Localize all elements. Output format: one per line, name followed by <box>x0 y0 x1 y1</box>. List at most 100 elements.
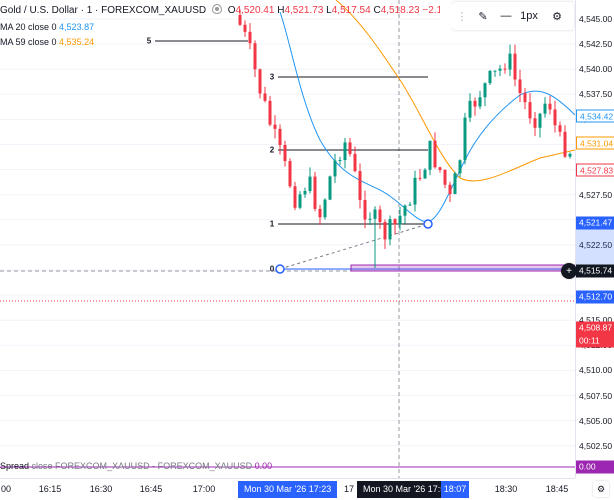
candle-body <box>323 199 327 218</box>
candle-body <box>403 205 407 216</box>
countdown-badge: 00:11 <box>576 334 614 348</box>
candle-body <box>458 160 462 174</box>
price-tick: 4,542.50 <box>579 39 613 50</box>
fib-anchor-price-badge: 4,521.47 <box>576 216 614 230</box>
candle-body <box>258 69 262 94</box>
ma20-price-badge: 4,531.04 <box>576 136 614 150</box>
line-width-icon[interactable]: — <box>500 4 512 28</box>
candle-body <box>408 204 412 206</box>
candle-body <box>338 160 342 162</box>
close-label: C <box>373 5 381 16</box>
fib-label-1: 1 <box>269 219 275 229</box>
open-label: O <box>227 5 236 16</box>
fib-drawing[interactable] <box>155 40 575 272</box>
candle-body <box>388 219 392 240</box>
time-tick: 18:30 <box>494 484 518 494</box>
candle-body <box>243 24 247 32</box>
candle-body <box>253 43 257 70</box>
price-tick: 4,502.50 <box>579 440 613 451</box>
candle-body <box>263 93 267 101</box>
candle-body <box>433 140 437 168</box>
candle-body <box>518 79 522 94</box>
candle-body <box>293 186 297 208</box>
candle-body <box>428 140 432 170</box>
candle-body <box>533 118 537 128</box>
fib-label-5: 5 <box>146 36 152 46</box>
candle-body <box>343 142 347 161</box>
candle-body <box>418 177 422 179</box>
close-value: 4,518.23 <box>380 5 420 16</box>
candle-body <box>318 208 322 218</box>
candle-body <box>553 109 557 126</box>
eye-icon[interactable] <box>211 4 222 14</box>
zone-rectangle[interactable] <box>350 264 575 272</box>
candle-body <box>393 219 397 225</box>
price-tick: 4,545.00 <box>579 14 613 24</box>
fib-anchor-start[interactable] <box>275 264 285 274</box>
ma20-label: MA 20 close 0 <box>0 22 57 32</box>
settings-icon[interactable]: ⚙ <box>546 4 568 28</box>
low-value: 4,517.54 <box>331 5 371 16</box>
candle-body <box>303 191 307 195</box>
time-axis[interactable]: 00 16:15 16:30 16:45 17:00 Mon 30 Mar '2… <box>0 478 575 500</box>
time-tick: 00 <box>0 484 12 494</box>
candle-body <box>373 209 377 219</box>
candle-body <box>313 176 317 209</box>
candle-body <box>328 176 332 200</box>
candle-body <box>488 70 492 84</box>
pencil-icon[interactable]: ✎ <box>472 4 494 28</box>
candlestick-series <box>238 9 572 268</box>
spread-legend[interactable]: Spread close FOREXCOM_XAUUSD - FOREXCOM_… <box>0 461 272 471</box>
price-tick: 4,505.00 <box>579 415 613 426</box>
candle-body <box>548 103 552 110</box>
chart-settings-icon[interactable]: ⚙ <box>593 481 609 497</box>
drag-handle-icon[interactable]: ⋮ <box>457 4 468 28</box>
candle-body <box>528 102 532 119</box>
candle-body <box>493 70 497 72</box>
price-tick: 4,540.00 <box>579 64 613 75</box>
candle-body <box>508 53 512 70</box>
candle-body <box>248 31 252 44</box>
candle-body <box>268 100 272 125</box>
ma59-label: MA 59 close 0 <box>0 37 57 47</box>
candle-body <box>538 113 542 128</box>
candle-body <box>503 68 507 70</box>
candle-body <box>278 128 282 145</box>
candle-body <box>353 153 357 172</box>
ma59-price-badge: 4,534.42 <box>576 109 614 123</box>
chart-window: Gold / U.S. Dollar · 1 · FOREXCOM_XAUUSD… <box>0 0 614 500</box>
candle-body <box>383 222 387 240</box>
ma20-value: 4,523.87 <box>59 22 95 32</box>
crosshair-plus-icon[interactable]: + <box>561 263 577 279</box>
candle-body <box>443 169 447 185</box>
candle-body <box>563 131 567 157</box>
symbol-legend[interactable]: Gold / U.S. Dollar · 1 · FOREXCOM_XAUUSD… <box>0 4 491 16</box>
line-width-value[interactable]: 1px <box>518 4 540 28</box>
time-tick: 18:45 <box>545 484 569 494</box>
fib-label-2: 2 <box>269 145 275 155</box>
fib0-price-badge: 4,512.70 <box>576 290 614 304</box>
candle-body <box>568 153 572 157</box>
candle-body <box>513 53 517 80</box>
red-price-badge: 4,527.83 <box>576 163 614 177</box>
price-axis[interactable]: 4,545.004,542.504,540.004,537.504,535.00… <box>575 0 614 478</box>
fib-trend-line <box>279 223 429 270</box>
candle-body <box>498 68 502 71</box>
fib-start-time-badge: Mon 30 Mar '26 17:23 <box>238 481 338 498</box>
candle-body <box>333 160 337 177</box>
fib-label-0: 0 <box>269 264 275 274</box>
spread-label: Spread <box>0 461 30 471</box>
candle-body <box>398 215 402 225</box>
ma20-legend[interactable]: MA 20 close 0 4,523.87 <box>0 22 94 32</box>
spread-value: 0.00 <box>254 461 273 471</box>
crosshair-price-badge: 4,515.74 <box>576 264 614 278</box>
candle-body <box>448 184 452 195</box>
fib-anchor-end[interactable] <box>423 219 433 229</box>
candle-body <box>523 93 527 103</box>
chart-plot-area[interactable] <box>0 0 575 478</box>
candle-body <box>368 218 372 220</box>
candle-body <box>348 142 352 154</box>
candle-body <box>273 124 277 129</box>
ma59-legend[interactable]: MA 59 close 0 4,535.24 <box>0 37 94 47</box>
candle-body <box>378 209 382 223</box>
